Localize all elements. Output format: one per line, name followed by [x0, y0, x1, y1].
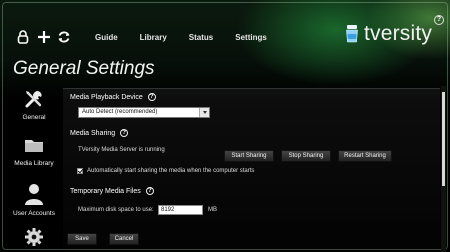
help-icon[interactable]: ?	[147, 93, 156, 101]
playback-device-select[interactable]: Auto Detect (recommended)	[78, 107, 210, 118]
auto-start-checkbox[interactable]	[77, 168, 83, 174]
section-label: Media Sharing	[70, 129, 116, 137]
sidebar-item-label: Media Library	[14, 160, 54, 167]
add-icon[interactable]	[37, 30, 51, 44]
scrollbar[interactable]	[441, 86, 446, 252]
cancel-button[interactable]: Cancel	[109, 233, 139, 245]
main-nav: Guide Library Status Settings	[95, 33, 289, 42]
folder-icon	[25, 140, 43, 152]
disk-space-input[interactable]: 8192	[158, 205, 203, 215]
disk-space-label: Maximum disk space to use:	[78, 207, 154, 213]
scrollbar-thumb[interactable]	[442, 92, 445, 186]
sidebar-item-label: General	[22, 114, 46, 121]
nav-status[interactable]: Status	[189, 33, 213, 42]
section-label: Media Playback Device	[70, 93, 143, 101]
sidebar-item-label: User Accounts	[13, 210, 55, 217]
nav-library[interactable]: Library	[140, 33, 167, 42]
nav-guide[interactable]: Guide	[95, 33, 118, 42]
brand-logo: tversity	[345, 22, 432, 46]
select-value: Auto Detect (recommended)	[82, 109, 158, 115]
sidebar-item-general[interactable]: General	[0, 88, 68, 121]
sidebar-item-user-accounts[interactable]: User Accounts	[0, 182, 68, 217]
start-sharing-button[interactable]: Start Sharing	[224, 150, 274, 162]
gear-icon	[25, 228, 43, 246]
section-title-sharing: Media Sharing ?	[70, 129, 129, 137]
refresh-icon[interactable]	[57, 30, 71, 44]
stop-sharing-button[interactable]: Stop Sharing	[281, 150, 331, 162]
page-title: General Settings	[13, 58, 155, 79]
nav-settings[interactable]: Settings	[235, 33, 267, 42]
section-label: Temporary Media Files	[70, 187, 141, 195]
user-icon	[25, 184, 43, 205]
sidebar-item-media-library[interactable]: Media Library	[0, 134, 68, 167]
sidebar-item-settings[interactable]	[0, 227, 68, 247]
save-button[interactable]: Save	[67, 233, 97, 245]
disk-unit: MB	[208, 207, 217, 213]
help-icon[interactable]: ?	[434, 15, 444, 25]
section-title-playback: Media Playback Device ?	[70, 93, 156, 101]
help-icon[interactable]: ?	[120, 129, 129, 137]
tools-icon	[25, 91, 42, 108]
section-title-temp: Temporary Media Files ?	[70, 187, 154, 195]
sharing-status: TVersity Media Server is running	[78, 147, 165, 153]
restart-sharing-button[interactable]: Restart Sharing	[338, 150, 392, 162]
brand-name: tversity	[364, 22, 433, 45]
cup-logo-icon	[345, 25, 359, 43]
chevron-down-icon[interactable]	[199, 108, 209, 117]
auto-start-label: Automatically start sharing the media wh…	[87, 168, 255, 174]
help-icon[interactable]: ?	[145, 187, 154, 195]
lock-icon[interactable]	[16, 30, 30, 44]
